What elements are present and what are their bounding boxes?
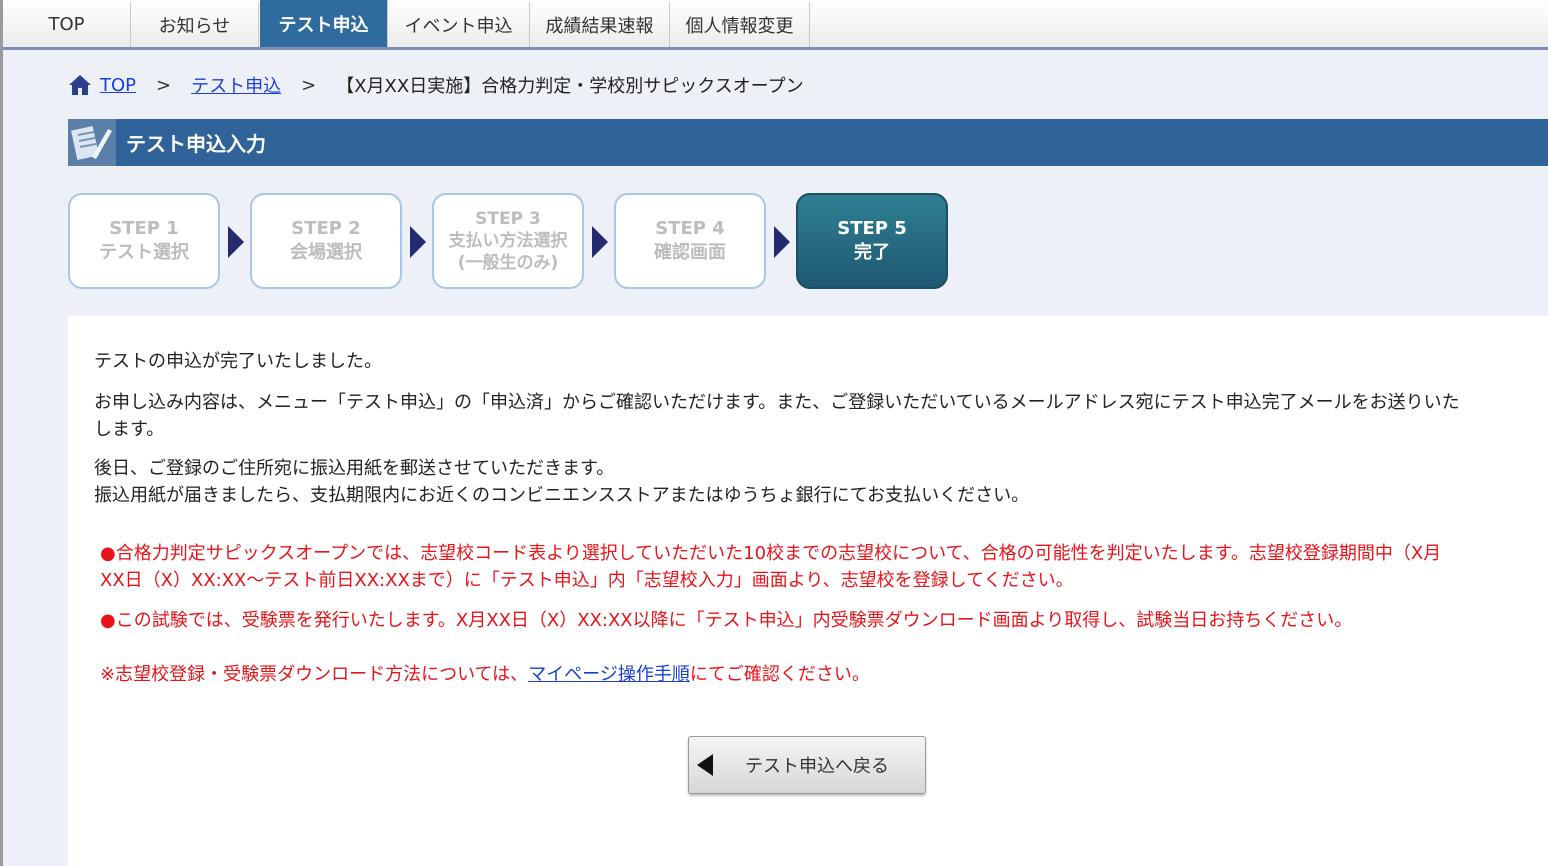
step-arrow-icon (228, 226, 244, 258)
step-number: STEP 1 (109, 217, 179, 239)
breadcrumb-separator: > (156, 74, 172, 96)
tab-test-application[interactable]: テスト申込 (260, 0, 388, 47)
step-label: テスト選択 (99, 242, 189, 263)
mypage-manual-link[interactable]: マイページ操作手順 (528, 664, 690, 685)
step-number: STEP 2 (291, 217, 361, 239)
pen-notepad-icon (68, 119, 116, 166)
back-to-test-application-button[interactable]: テスト申込へ戻る (688, 736, 926, 794)
top-navigation: TOP お知らせ テスト申込 イベント申込 成績結果速報 個人情報変更 (3, 0, 1548, 50)
notice-line: XX日（X）XX:XX～テスト前日XX:XXまで）に「テスト申込」内「志望校入力… (100, 570, 1074, 591)
notice-line: ●合格力判定サピックスオープンでは、志望校コード表より選択していただいた10校ま… (100, 543, 1442, 564)
step-number: STEP 5 (837, 217, 907, 239)
step-sublabel: (一般生のみ) (457, 253, 559, 274)
tab-top[interactable]: TOP (3, 2, 131, 47)
notice-manual-text: ※志望校登録・受験票ダウンロード方法については、 (100, 664, 529, 685)
breadcrumb-test-link[interactable]: テスト申込 (191, 72, 281, 98)
step-number: STEP 4 (655, 217, 725, 239)
step-arrow-icon (592, 226, 608, 258)
back-button-label: テスト申込へ戻る (745, 756, 889, 777)
breadcrumb-separator: > (301, 74, 317, 96)
breadcrumb-top-link[interactable]: TOP (100, 75, 136, 96)
completion-message: テストの申込が完了いたしました。 (94, 351, 382, 372)
section-header: テスト申込入力 (68, 119, 1548, 166)
step-arrow-icon (410, 226, 426, 258)
payment-info-line: 後日、ご登録のご住所宛に振込用紙を郵送させていただきます。 (94, 458, 615, 479)
tab-news[interactable]: お知らせ (131, 2, 259, 47)
notice-exam-ticket: ●この試験では、受験票を発行いたします。X月XX日（X）XX:XX以降に「テスト… (100, 610, 1353, 631)
confirmation-info-line: します。 (94, 419, 165, 440)
step-arrow-icon (774, 226, 790, 258)
confirmation-info-line: お申し込み内容は、メニュー「テスト申込」の「申込済」からご確認いただけます。また… (94, 392, 1460, 413)
payment-info-line: 振込用紙が届きましたら、支払期限内にお近くのコンビニエンスストアまたはゆうちょ銀… (94, 485, 1030, 506)
confirmation-info: お申し込み内容は、メニュー「テスト申込」の「申込済」からご確認いただけます。また… (94, 389, 1460, 443)
step-3: STEP 3 支払い方法選択 (一般生のみ) (432, 193, 584, 289)
section-title: テスト申込入力 (126, 132, 266, 156)
home-icon (69, 75, 91, 95)
step-label: 支払い方法選択 (448, 230, 568, 251)
step-label: 完了 (854, 242, 890, 263)
notice-manual: ※志望校登録・受験票ダウンロード方法については、マイページ操作手順にてご確認くだ… (100, 661, 870, 688)
step-2: STEP 2 会場選択 (250, 193, 402, 289)
step-5-current: STEP 5 完了 (796, 193, 948, 289)
back-arrow-icon (697, 754, 713, 776)
step-4: STEP 4 確認画面 (614, 193, 766, 289)
breadcrumb: TOP > テスト申込 > 【X月XX日実施】合格力判定・学校別サピックスオープ… (68, 70, 804, 100)
content-card: テストの申込が完了いたしました。 お申し込み内容は、メニュー「テスト申込」の「申… (68, 316, 1548, 866)
payment-info: 後日、ご登録のご住所宛に振込用紙を郵送させていただきます。 振込用紙が届きました… (94, 455, 1029, 509)
step-label: 確認画面 (654, 242, 726, 263)
step-1: STEP 1 テスト選択 (68, 193, 220, 289)
notice-school-choice: ●合格力判定サピックスオープンでは、志望校コード表より選択していただいた10校ま… (100, 540, 1441, 594)
tab-profile[interactable]: 個人情報変更 (670, 2, 810, 47)
breadcrumb-current: 【X月XX日実施】合格力判定・学校別サピックスオープン (336, 76, 804, 97)
tab-event-application[interactable]: イベント申込 (388, 2, 530, 47)
step-label: 会場選択 (290, 242, 362, 263)
tab-results[interactable]: 成績結果速報 (530, 2, 670, 47)
left-border (0, 0, 3, 866)
step-number: STEP 3 (475, 208, 541, 229)
notice-manual-text: にてご確認ください。 (689, 664, 870, 685)
